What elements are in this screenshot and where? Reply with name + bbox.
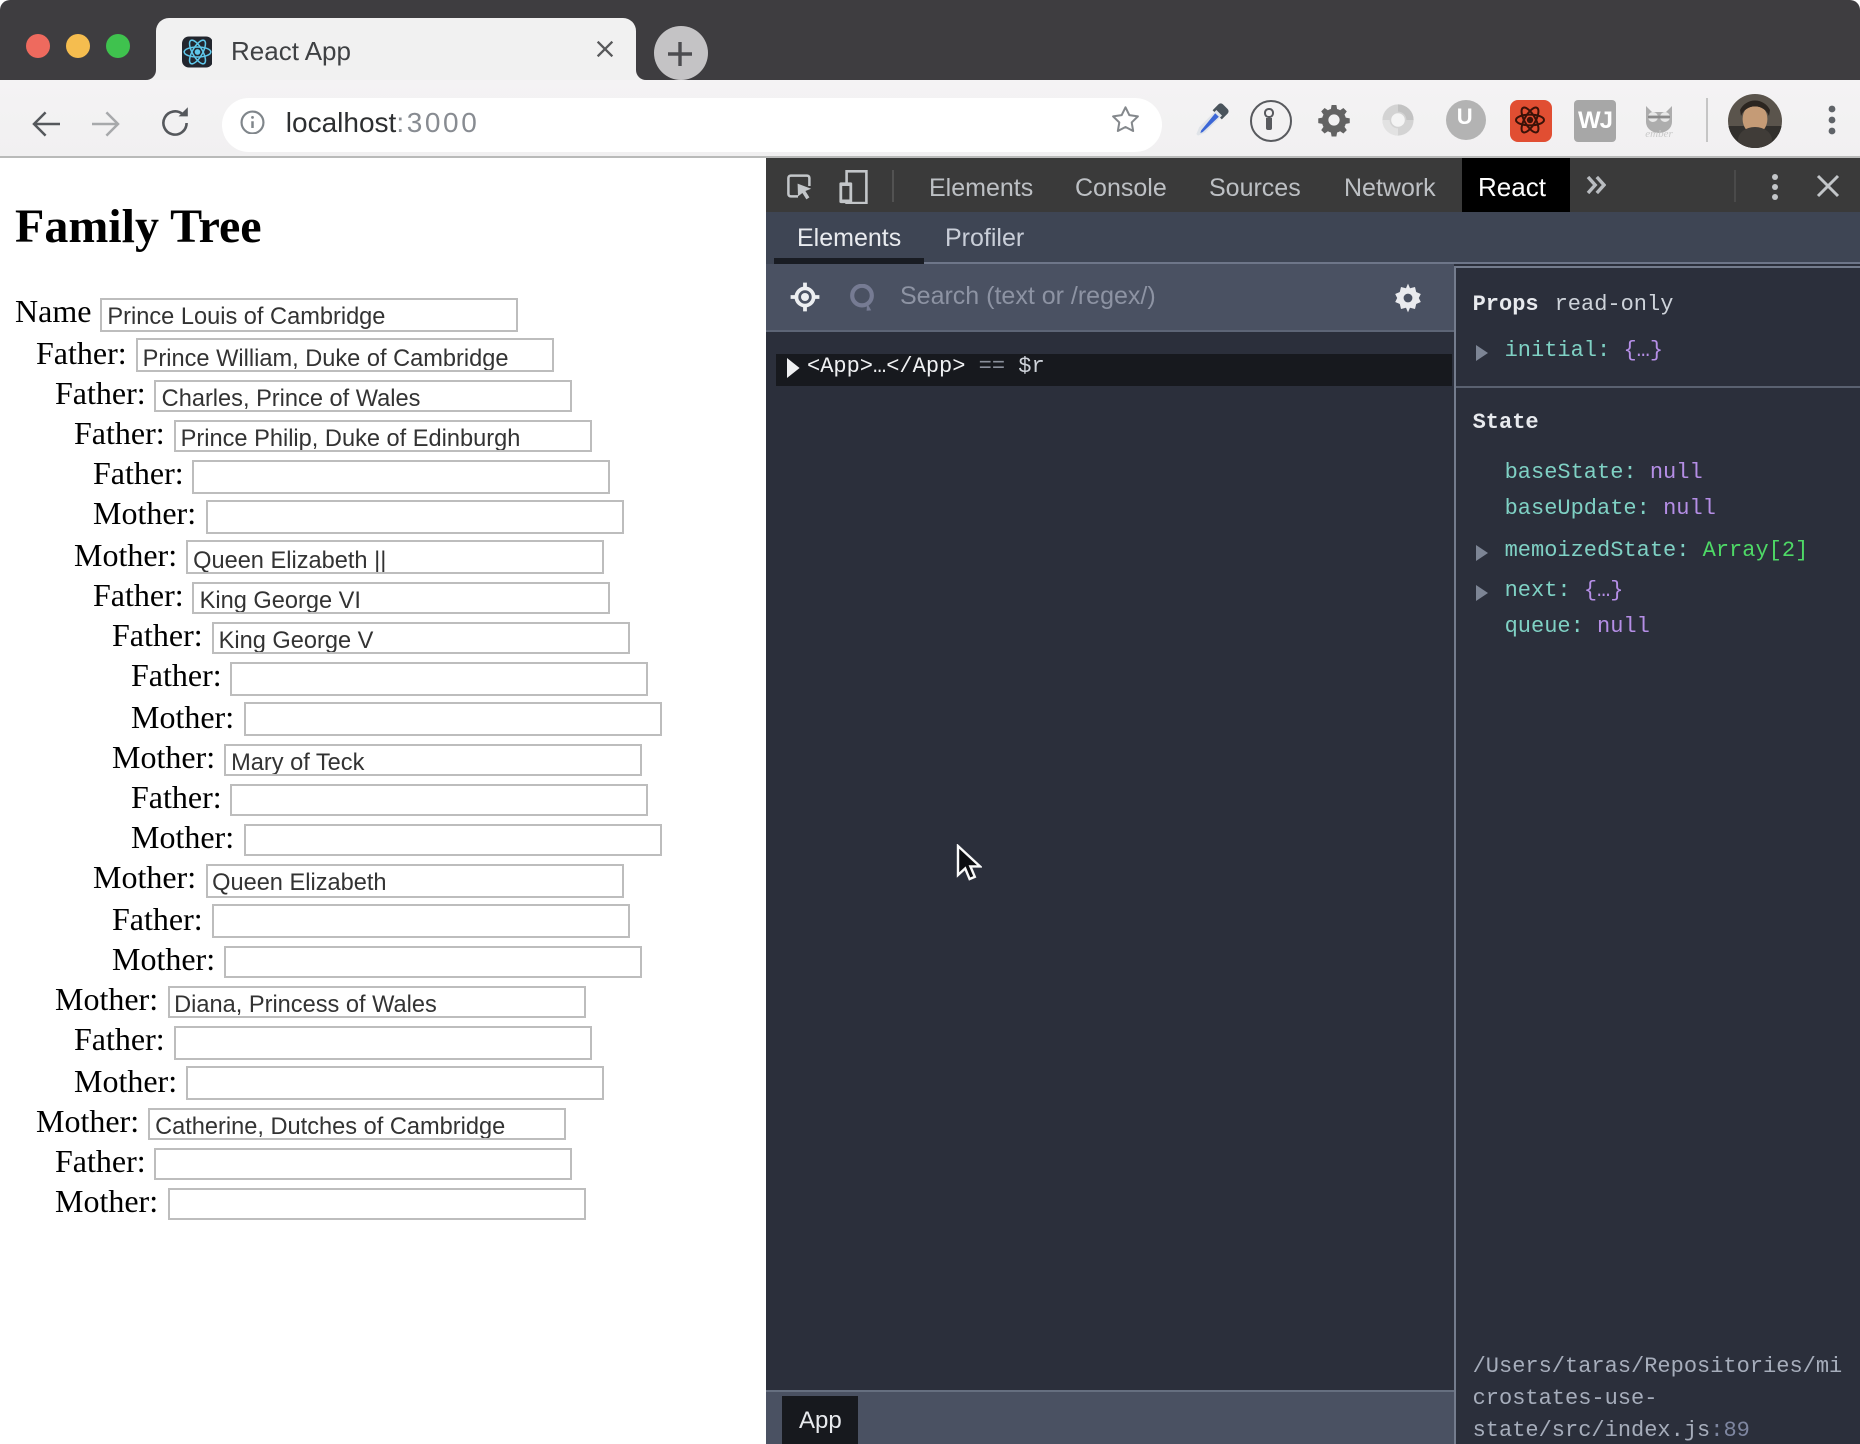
svg-text:ember: ember <box>1645 127 1673 139</box>
